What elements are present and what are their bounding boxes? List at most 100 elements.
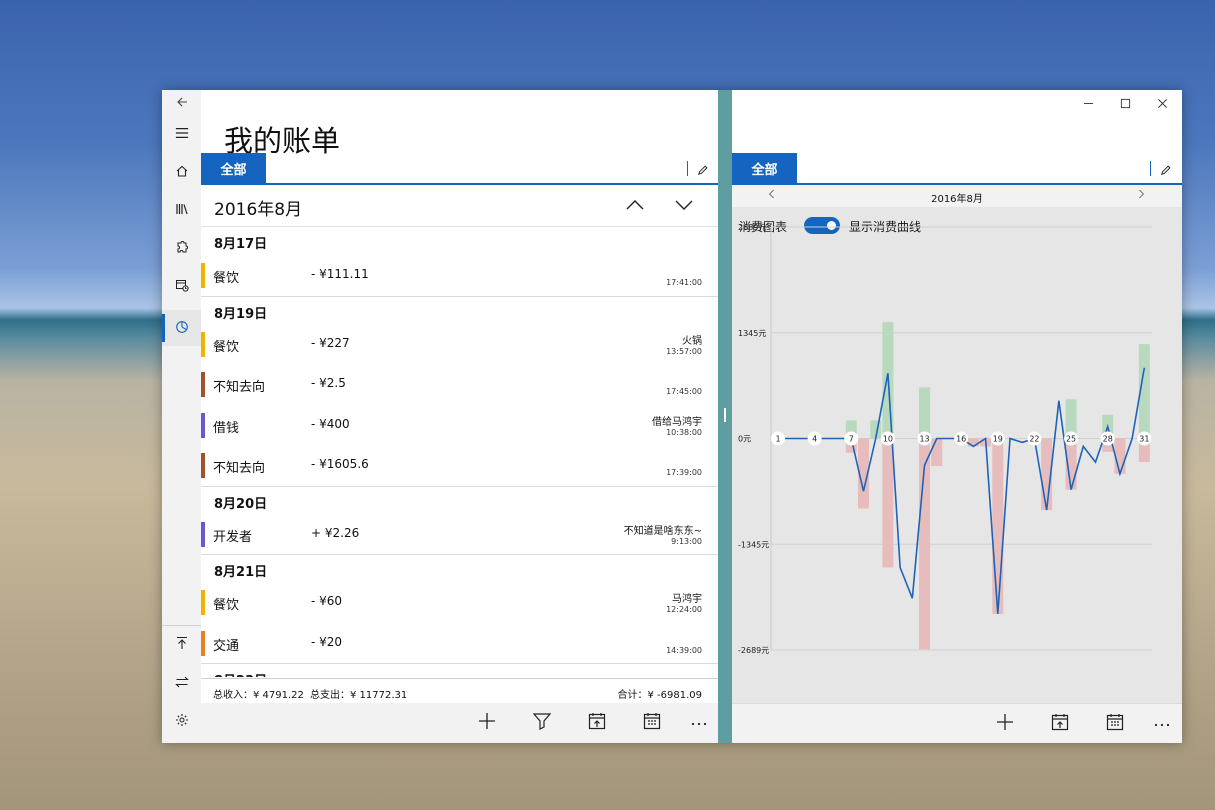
y-tick-label: 0元: [738, 435, 751, 444]
nav-library[interactable]: [162, 192, 201, 228]
x-tick-label: 4: [812, 435, 817, 444]
splitter-grip[interactable]: [724, 408, 726, 422]
y-tick-label: -1345元: [738, 540, 769, 549]
nav-charts[interactable]: [162, 310, 201, 346]
expense-bar: [992, 438, 1004, 614]
close-icon: [1157, 98, 1168, 113]
expense-bar: [931, 438, 943, 467]
next-month-button[interactable]: [671, 192, 697, 218]
nav-upload[interactable]: [162, 626, 201, 662]
library-icon: [175, 201, 189, 220]
chart-prev-month-button[interactable]: [768, 187, 776, 205]
nav-schedule[interactable]: [162, 268, 201, 304]
nav-settings[interactable]: [162, 703, 201, 739]
bill-amount: - ¥400: [311, 416, 350, 431]
day-date: 8月19日: [214, 306, 268, 322]
right-tab-bar: 全部: [732, 153, 1182, 185]
totals-bar: 总收入：¥ 4791.22 总支出：¥ 11772.31 合计：¥ -6981.…: [201, 678, 718, 703]
calendar-export-button[interactable]: [587, 713, 607, 733]
bill-category: 借钱: [213, 420, 240, 436]
calendar-button[interactable]: [642, 713, 662, 733]
x-tick-label: 16: [956, 435, 966, 444]
category-color-bar: [201, 590, 205, 615]
back-button[interactable]: [162, 90, 201, 116]
home-icon: [175, 163, 189, 182]
filter-icon: [532, 712, 552, 734]
expense-bar: [967, 438, 979, 447]
edit-tabs-button-right[interactable]: [1160, 161, 1174, 176]
bill-time: 17:39:00: [666, 468, 702, 477]
day-header: 8月21日: [201, 554, 718, 582]
expense-bar: [882, 438, 894, 568]
bill-entry[interactable]: 借钱 - ¥400 借给马鸿宇 10:38:00: [201, 405, 718, 446]
right-command-bar: [732, 703, 1182, 743]
category-color-bar: [201, 412, 205, 438]
bill-amount: - ¥2.5: [311, 376, 346, 390]
add-bill-button[interactable]: [477, 713, 497, 733]
calendar-export-icon: [1051, 713, 1069, 735]
bill-entry[interactable]: 餐饮 - ¥60 马鸿宇 12:24:00: [201, 582, 718, 623]
net-spending-curve: [778, 367, 1146, 614]
bill-note: 不知道是啥东东~: [623, 525, 702, 537]
bill-entry[interactable]: 开发者 + ¥2.26 不知道是啥东东~ 9:13:00: [201, 514, 718, 555]
bill-amount: - ¥60: [311, 594, 343, 608]
bill-category: 餐饮: [213, 271, 240, 286]
add-bill-button-right[interactable]: [995, 714, 1015, 734]
bill-amount: + ¥2.26: [311, 525, 360, 540]
calendar-export-button-right[interactable]: [1050, 714, 1070, 734]
pane-splitter[interactable]: [718, 90, 732, 743]
bill-entry[interactable]: 不知去向 - ¥1605.6 17:39:00: [201, 445, 718, 486]
category-color-bar: [201, 372, 205, 397]
pencil-icon: [697, 161, 709, 180]
bill-time: 12:24:00: [666, 605, 702, 614]
calendar-icon: [643, 712, 661, 734]
day-header: 8月20日: [201, 485, 718, 514]
chevron-down-icon: [671, 200, 697, 222]
bill-amount: - ¥1605.6: [311, 457, 369, 471]
tab-all-right[interactable]: 全部: [732, 153, 797, 184]
total-income: 总收入：¥ 4791.22: [213, 690, 304, 701]
tab-all[interactable]: 全部: [201, 153, 266, 184]
pie-chart-icon: [175, 319, 189, 338]
calendar-button-right[interactable]: [1105, 714, 1125, 734]
bill-category: 交通: [213, 638, 240, 654]
tab-divider-right: [1150, 161, 1151, 176]
bill-note: 借给马鸿宇: [652, 416, 702, 428]
bill-amount: - ¥111.11: [311, 267, 369, 281]
bill-entry[interactable]: 餐饮 - ¥227 火锅 13:57:00: [201, 324, 718, 365]
hamburger-menu-button[interactable]: [162, 116, 201, 152]
bill-time: 17:45:00: [666, 387, 702, 396]
day-date: 8月23日: [214, 670, 267, 677]
bill-entry[interactable]: 不知去向 - ¥2.5 17:45:00: [201, 364, 718, 405]
hamburger-menu-icon: [175, 125, 189, 144]
bill-entry[interactable]: 餐饮 - ¥111.11 17:41:00: [201, 255, 718, 296]
filter-button[interactable]: [532, 713, 552, 733]
nav-plugins[interactable]: [162, 230, 201, 266]
chart-month-header: 2016年8月: [732, 185, 1182, 207]
nav-home[interactable]: [162, 154, 201, 190]
maximize-button[interactable]: [1112, 95, 1138, 115]
minimize-button[interactable]: [1075, 95, 1101, 115]
close-button[interactable]: [1149, 95, 1175, 115]
bill-entry[interactable]: 交通 - ¥20 14:39:00: [201, 623, 718, 664]
more-button[interactable]: [689, 713, 709, 733]
calendar-icon: [1106, 713, 1124, 735]
minimize-icon: [1083, 98, 1094, 113]
more-button-right[interactable]: [1152, 714, 1172, 734]
chart-next-month-button[interactable]: [1137, 187, 1145, 205]
chevron-up-icon: [622, 200, 648, 222]
bill-list: 8月17日 餐饮 - ¥111.11 17:41:00 8月19日 餐饮 - ¥227 火锅 1…: [201, 227, 718, 677]
edit-tabs-button[interactable]: [697, 161, 711, 176]
calendar-export-icon: [588, 712, 606, 734]
nav-sync[interactable]: [162, 665, 201, 701]
more-icon: [690, 712, 708, 734]
bill-time: 14:39:00: [666, 645, 702, 655]
bill-category: 不知去向: [213, 380, 266, 395]
sync-arrows-icon: [174, 674, 189, 693]
day-date: 8月20日: [214, 496, 268, 512]
upload-icon: [175, 635, 189, 654]
previous-month-button[interactable]: [622, 192, 648, 218]
chevron-left-icon: [768, 189, 776, 205]
month-label: 2016年8月: [214, 200, 303, 220]
x-tick-label: 10: [883, 435, 893, 444]
